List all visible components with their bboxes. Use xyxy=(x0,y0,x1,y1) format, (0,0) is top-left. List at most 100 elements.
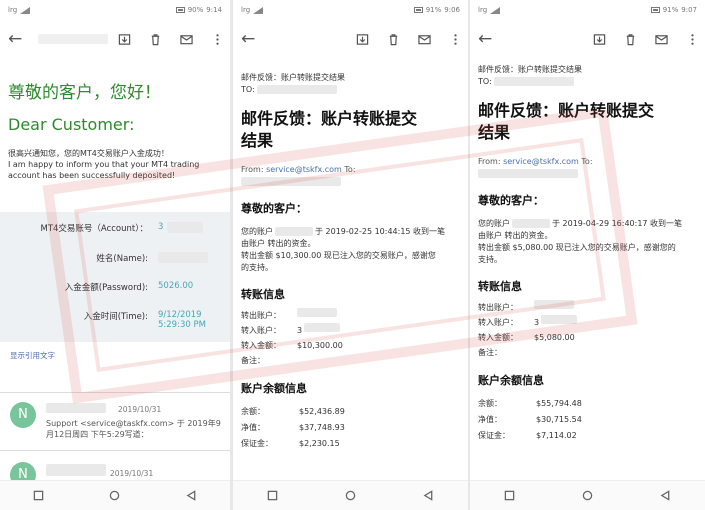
balance-info-title: 账户余额信息 xyxy=(241,382,307,395)
balance-key: 余额： xyxy=(241,407,265,416)
transfer-value: 3 xyxy=(534,318,540,327)
battery-percent: 90% xyxy=(187,6,204,14)
balance-row: 保证金： $7,114.02 xyxy=(478,428,697,444)
header-subject: 邮件反馈：账户转账提交结果 xyxy=(241,73,345,82)
status-bar: lrg 91% 9:06 xyxy=(233,0,468,20)
balance-row: 净值： $30,715.54 xyxy=(478,412,697,428)
deposit-notice: 很高兴通知您，您的MT4交易账户入金成功！ I am happy to info… xyxy=(8,148,222,181)
carrier-label: lrg xyxy=(241,6,251,14)
sender-avatar[interactable]: N xyxy=(10,402,36,428)
transfer-value: $10,300.00 xyxy=(297,341,343,350)
recents-button-icon[interactable] xyxy=(32,490,44,502)
transfer-value: 3 xyxy=(297,326,303,335)
para-text: 由账户 转出的资金。 xyxy=(241,239,316,248)
para-text: 支持。 xyxy=(478,255,502,264)
more-options-icon[interactable] xyxy=(449,33,462,46)
back-arrow-icon[interactable]: ← xyxy=(8,29,30,49)
delete-icon[interactable] xyxy=(387,33,400,46)
to-label: To: xyxy=(344,165,356,174)
divider xyxy=(0,392,230,393)
redacted-name xyxy=(158,252,208,263)
para-text: 您的账户 xyxy=(478,219,510,228)
transfer-message: 您的账户 于 2019-04-29 16:40:17 收到一笔 由账户 转出的资金… xyxy=(478,218,697,266)
back-button-icon[interactable] xyxy=(660,490,672,502)
home-button-icon[interactable] xyxy=(581,490,593,502)
balance-row: 余额： $52,436.89 xyxy=(241,404,460,420)
to-label: TO: xyxy=(478,77,492,86)
para-text: 转出金额 $10,300.00 现已注入您的交易账户，感谢您 xyxy=(241,251,436,260)
email-header: 邮件反馈：账户转账提交结果 TO: xyxy=(241,72,460,96)
email-subject: 邮件反馈：账户转账提交 结果 xyxy=(241,108,460,152)
delete-icon[interactable] xyxy=(624,33,637,46)
detail-row-amount: 入金金额(Password): 5026.00 xyxy=(0,281,230,293)
message-preview-line-1[interactable]: Support <service@taskfx.com> 于 2019年9 xyxy=(46,418,221,429)
redacted-value xyxy=(534,300,574,309)
para-text: 的支持。 xyxy=(241,263,273,272)
transfer-row: 转入账户： 3 xyxy=(241,323,460,338)
carrier-label: lrg xyxy=(8,6,18,14)
recents-button-icon[interactable] xyxy=(503,490,515,502)
message-date: 2019/10/31 xyxy=(118,405,162,414)
detail-value: 3 xyxy=(158,222,164,232)
more-options-icon[interactable] xyxy=(686,33,699,46)
sender-email-link[interactable]: service@tskfx.com xyxy=(503,157,579,166)
redacted-account xyxy=(275,227,313,236)
greeting-english: Dear Customer: xyxy=(8,115,135,134)
archive-icon[interactable] xyxy=(356,33,369,46)
transfer-row: 转入金额： $5,080.00 xyxy=(478,330,697,345)
home-button-icon[interactable] xyxy=(109,490,121,502)
redacted-account xyxy=(512,219,550,228)
archive-icon[interactable] xyxy=(118,33,131,46)
transfer-row: 备注： xyxy=(241,353,460,368)
recents-button-icon[interactable] xyxy=(266,490,278,502)
transfer-key: 备注： xyxy=(241,356,265,365)
transfer-message: 您的账户 于 2019-02-25 10:44:15 收到一笔 由账户 转出的资金… xyxy=(241,226,460,274)
transfer-key: 转入账户： xyxy=(241,326,281,335)
show-quoted-text-link[interactable]: 显示引用文字 xyxy=(10,350,55,361)
back-arrow-icon[interactable]: ← xyxy=(478,29,500,49)
transfer-info-list: 转出账户： 转入账户： 3 转入金额： $10,300.00 备注： xyxy=(241,308,460,368)
home-button-icon[interactable] xyxy=(344,490,356,502)
transfer-key: 转入金额： xyxy=(478,333,518,342)
mail-icon[interactable] xyxy=(418,33,431,46)
detail-row-time-2: 5:29:30 PM xyxy=(0,320,230,330)
more-options-icon[interactable] xyxy=(211,33,224,46)
transfer-key: 转出账户： xyxy=(478,303,518,312)
transfer-info-title: 转账信息 xyxy=(241,288,285,301)
redacted-recipient xyxy=(478,169,578,178)
sender-email-link[interactable]: service@tskfx.com xyxy=(266,165,342,174)
battery-percent: 91% xyxy=(662,6,679,14)
back-button-icon[interactable] xyxy=(423,490,435,502)
salutation: 尊敬的客户： xyxy=(478,194,544,207)
balance-key: 保证金： xyxy=(241,439,273,448)
back-arrow-icon[interactable]: ← xyxy=(241,29,263,49)
clock: 9:06 xyxy=(444,6,460,14)
para-text: 由账户 转出的资金。 xyxy=(478,231,553,240)
redacted-value xyxy=(304,323,341,332)
archive-icon[interactable] xyxy=(593,33,606,46)
notice-chinese: 很高兴通知您，您的MT4交易账户入金成功！ xyxy=(8,149,169,158)
redacted-recipient xyxy=(257,85,338,94)
message-preview-line-2[interactable]: 月12日周四 下午5:29写道： xyxy=(46,429,149,440)
detail-value: 5:29:30 PM xyxy=(158,320,206,330)
mail-icon[interactable] xyxy=(180,33,193,46)
from-label: From: xyxy=(241,165,264,174)
redacted-title xyxy=(38,34,108,44)
transfer-row: 转入账户： 3 xyxy=(478,315,697,330)
redacted-sender xyxy=(46,464,106,476)
back-button-icon[interactable] xyxy=(186,490,198,502)
phone-screen-1: lrg 90% 9:14 ← 尊敬的客户，您好！ Dear Customer: 很… xyxy=(0,0,230,510)
balance-value: $7,114.02 xyxy=(536,431,577,440)
delete-icon[interactable] xyxy=(149,33,162,46)
balance-value: $30,715.54 xyxy=(536,415,582,424)
redacted-sender xyxy=(46,403,106,413)
detail-label: MT4交易账号（Account）： xyxy=(40,224,148,234)
header-to: TO: xyxy=(241,84,460,96)
balance-info-list: 余额： $52,436.89 净值： $37,748.93 保证金： $2,230.1… xyxy=(241,404,460,452)
phone-screen-2: lrg 91% 9:06 ← 邮件反馈：账户转账提交结果 TO: 邮件反馈：账户转… xyxy=(233,0,468,510)
para-text: 于 2019-02-25 10:44:15 收到一笔 xyxy=(315,227,446,236)
battery-percent: 91% xyxy=(425,6,442,14)
mail-icon[interactable] xyxy=(655,33,668,46)
salutation: 尊敬的客户： xyxy=(241,202,307,215)
balance-row: 余额： $55,794.48 xyxy=(478,396,697,412)
